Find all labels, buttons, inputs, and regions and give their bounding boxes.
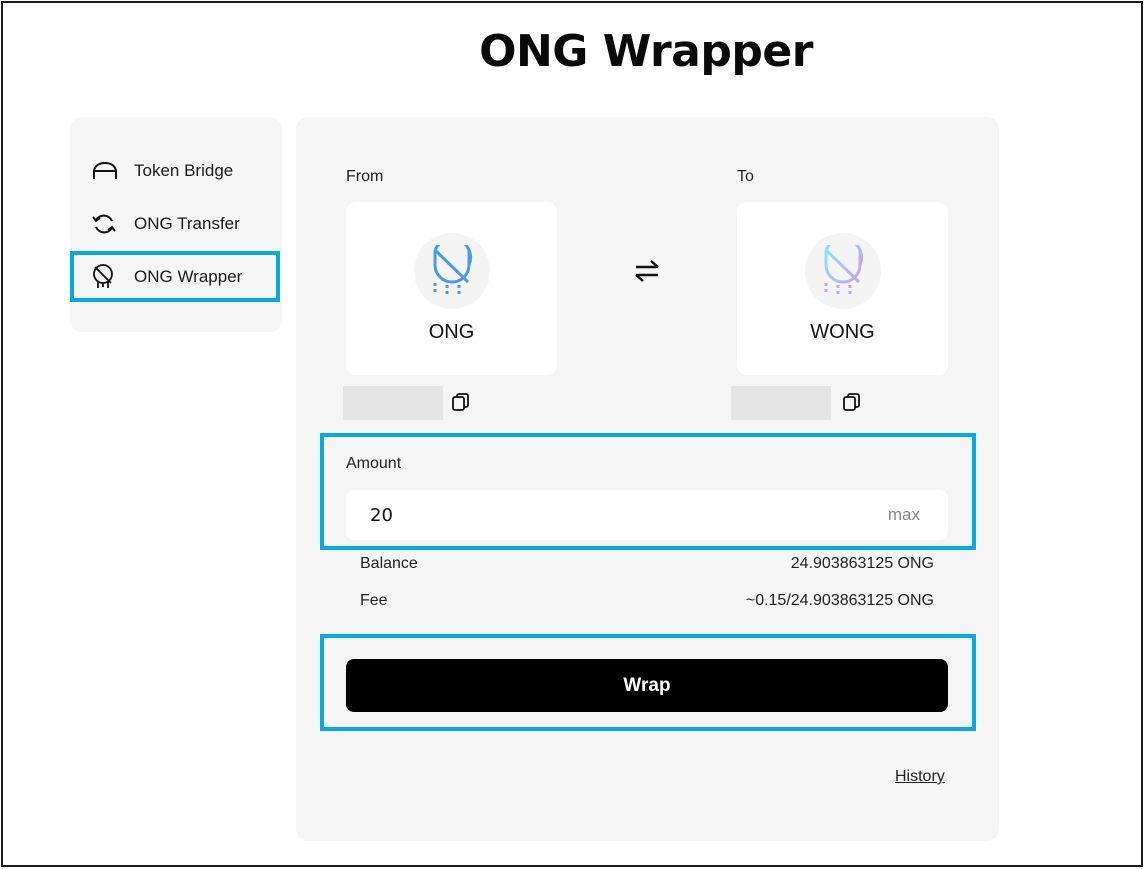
highlight-box-sidebar [70,251,280,302]
sidebar-item-token-bridge[interactable]: Token Bridge [92,156,233,186]
bridge-icon [92,159,120,183]
sidebar-item-label: Token Bridge [134,161,234,180]
highlight-box-wrap [320,634,976,731]
highlight-box-amount [320,433,976,550]
to-label: To [737,168,754,185]
fee-row: Fee ~0.15/24.903863125 ONG [360,592,934,610]
fee-value: ~0.15/24.903863125 ONG [745,592,934,609]
sidebar-item-label: ONG Transfer [134,214,240,233]
fee-label: Fee [360,592,388,609]
to-address-box [731,386,831,420]
wong-logo-icon [805,233,881,309]
swap-arrows-icon[interactable] [630,258,664,284]
from-token-name: ONG [428,321,475,343]
history-link[interactable]: History [895,768,945,786]
from-token-card[interactable]: ONG [346,202,557,375]
copy-icon[interactable] [842,392,862,412]
balance-row: Balance 24.903863125 ONG [360,555,934,573]
sidebar-item-ong-transfer[interactable]: ONG Transfer [92,209,240,239]
from-address-box [343,386,443,420]
page-title: ONG Wrapper [479,26,813,77]
to-token-card[interactable]: WONG [737,202,948,375]
balance-label: Balance [360,555,418,572]
transfer-icon [92,212,120,236]
to-token-name: WONG [810,321,875,343]
copy-icon[interactable] [451,392,471,412]
from-label: From [346,168,384,185]
balance-value: 24.903863125 ONG [790,555,934,572]
ong-logo-icon [414,233,490,309]
